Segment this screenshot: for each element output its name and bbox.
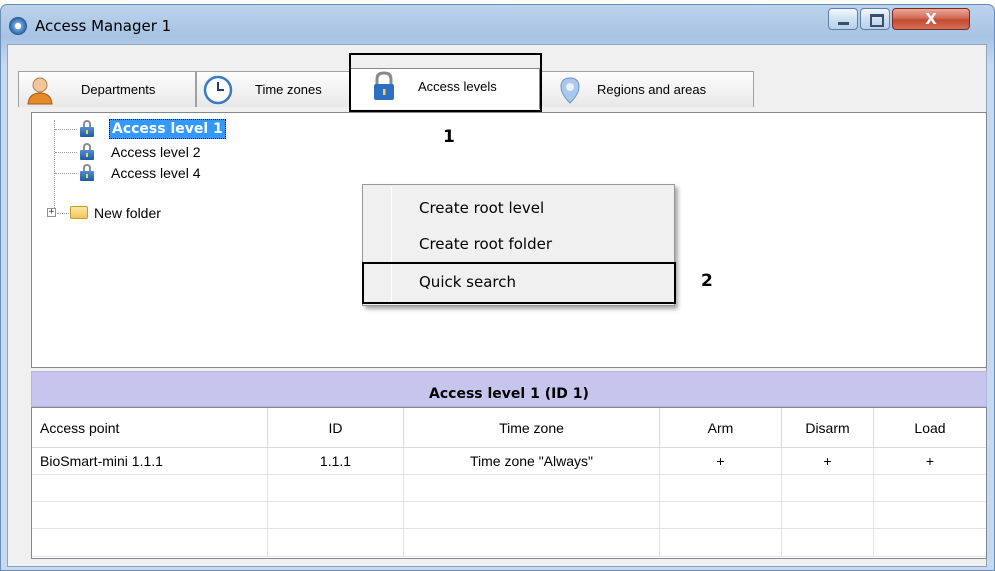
window-title: Access Manager 1	[35, 17, 172, 35]
clock-icon	[203, 75, 233, 105]
column-header-access-point[interactable]: Access point	[32, 408, 268, 448]
tree-item-access-level-2[interactable]: Access level 2	[32, 142, 332, 162]
cell-access-point: BioSmart-mini 1.1.1	[32, 448, 268, 475]
cell-disarm: +	[782, 448, 874, 475]
column-header-id[interactable]: ID	[268, 408, 404, 448]
tree-item-label: New folder	[94, 205, 161, 221]
callout-number-1: 1	[443, 127, 455, 147]
cell-id: 1.1.1	[268, 448, 404, 475]
expand-icon[interactable]: +	[47, 208, 56, 217]
cell-load: +	[874, 448, 986, 475]
maximize-button[interactable]	[860, 8, 890, 30]
tab-departments[interactable]: Departments	[18, 71, 196, 107]
empty-cell	[268, 529, 404, 557]
callout-number-2: 2	[701, 271, 713, 291]
empty-cell	[782, 475, 874, 502]
menu-item-create-root-level[interactable]: Create root level	[363, 191, 674, 225]
empty-cell	[660, 529, 782, 557]
empty-cell	[32, 475, 268, 502]
tree-connector	[55, 152, 77, 153]
lock-icon	[80, 120, 94, 137]
tree-item-new-folder[interactable]: + New folder	[32, 203, 332, 223]
app-icon	[9, 17, 27, 35]
empty-cell	[268, 475, 404, 502]
cell-arm: +	[660, 448, 782, 475]
tab-label: Departments	[81, 82, 156, 97]
details-header: Access level 1 (ID 1)	[31, 371, 987, 407]
person-icon	[27, 77, 53, 105]
title-bar[interactable]: Access Manager 1 X	[1, 5, 994, 45]
context-menu: Create root level Create root folder Qui…	[362, 184, 675, 306]
folder-icon	[70, 206, 88, 219]
tree-item-label: Access level 2	[111, 144, 201, 160]
tree-connector	[55, 129, 77, 130]
empty-cell	[404, 475, 660, 502]
tab-label: Regions and areas	[597, 82, 707, 97]
empty-cell	[660, 475, 782, 502]
close-button[interactable]: X	[892, 8, 970, 30]
empty-cell	[874, 475, 986, 502]
close-icon: X	[925, 10, 937, 28]
tab-time-zones[interactable]: Time zones	[196, 71, 350, 107]
empty-cell	[32, 502, 268, 529]
tab-label: Access levels	[418, 79, 497, 94]
tab-access-levels[interactable]: Access levels	[350, 68, 540, 109]
tree-item-access-level-1[interactable]: Access level 1	[32, 119, 332, 139]
empty-cell	[782, 529, 874, 557]
tree-connector	[57, 213, 69, 214]
empty-cell	[782, 502, 874, 529]
empty-cell	[874, 502, 986, 529]
empty-cell	[404, 529, 660, 557]
empty-cell	[660, 502, 782, 529]
minimize-button[interactable]	[828, 8, 858, 30]
lock-icon	[80, 143, 94, 160]
column-header-load[interactable]: Load	[874, 408, 986, 448]
pin-icon	[560, 77, 580, 104]
column-header-arm[interactable]: Arm	[660, 408, 782, 448]
tree-item-label: Access level 4	[111, 165, 201, 181]
empty-cell	[404, 502, 660, 529]
empty-cell	[874, 529, 986, 557]
column-header-disarm[interactable]: Disarm	[782, 408, 874, 448]
lock-icon	[374, 71, 394, 100]
column-header-time-zone[interactable]: Time zone	[404, 408, 660, 448]
empty-cell	[32, 529, 268, 557]
cell-time-zone: Time zone "Always"	[404, 448, 660, 475]
tree-item-label: Access level 1	[109, 119, 226, 139]
tree-connector	[55, 173, 77, 174]
menu-item-create-root-folder[interactable]: Create root folder	[363, 227, 674, 261]
access-points-table[interactable]: Access point ID Time zone Arm Disarm Loa…	[31, 407, 987, 559]
menu-item-quick-search[interactable]: Quick search	[363, 265, 674, 299]
tree-item-access-level-4[interactable]: Access level 4	[32, 163, 332, 183]
tab-label: Time zones	[255, 82, 322, 97]
empty-cell	[268, 502, 404, 529]
tab-regions-and-areas[interactable]: Regions and areas	[540, 71, 754, 107]
lock-icon	[80, 164, 94, 181]
